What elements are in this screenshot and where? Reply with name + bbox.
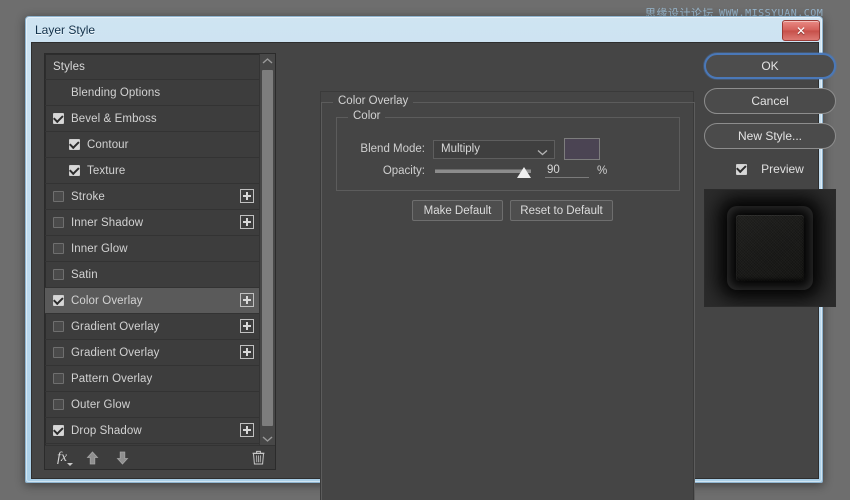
style-row-label: Drop Shadow <box>71 424 142 437</box>
styles-scrollbar[interactable] <box>259 54 275 446</box>
style-enable-checkbox[interactable] <box>53 243 64 254</box>
style-row[interactable]: Inner Glow <box>45 236 260 262</box>
style-enable-checkbox[interactable] <box>53 113 64 124</box>
opacity-label: Opacity: <box>382 165 425 177</box>
style-enable-checkbox[interactable] <box>53 295 64 306</box>
color-swatch[interactable] <box>564 138 600 160</box>
style-row-label: Pattern Overlay <box>71 372 153 385</box>
preview-toggle[interactable]: Preview <box>704 158 836 180</box>
fx-label: fx <box>56 449 68 465</box>
layer-style-window: Layer Style ✕ Styles Blending Options Beve… <box>25 16 836 500</box>
styles-header-label: Styles <box>53 60 85 73</box>
style-row-label: Gradient Overlay <box>71 346 160 359</box>
style-row-label: Texture <box>87 164 126 177</box>
dialog-body: Styles Blending Options Bevel & Emboss Cont… <box>31 42 836 500</box>
preview-checkbox[interactable] <box>736 163 748 175</box>
blend-mode-value: Multiply <box>441 143 480 155</box>
style-row-label: Bevel & Emboss <box>71 112 157 125</box>
scrollbar-thumb[interactable] <box>262 70 273 426</box>
style-enable-checkbox[interactable] <box>53 373 64 384</box>
close-icon: ✕ <box>795 23 807 38</box>
opacity-slider-thumb[interactable] <box>517 167 531 178</box>
checkbox-placeholder <box>53 87 64 98</box>
close-button[interactable]: ✕ <box>782 20 820 41</box>
style-row-label: Satin <box>71 268 98 281</box>
color-overlay-group: Color Overlay Color Blend Mode: Multiply <box>321 95 695 500</box>
style-row[interactable]: Color Overlay <box>45 288 260 314</box>
style-row-label: Color Overlay <box>71 294 143 307</box>
add-effect-icon[interactable] <box>240 215 254 229</box>
cancel-button[interactable]: Cancel <box>704 88 836 114</box>
style-row[interactable]: Satin <box>45 262 260 288</box>
style-row-label: Inner Glow <box>71 242 128 255</box>
right-button-panel: OK Cancel New Style... Preview <box>704 53 836 470</box>
reset-to-default-button[interactable]: Reset to Default <box>510 200 613 221</box>
style-enable-checkbox[interactable] <box>53 399 64 410</box>
style-enable-checkbox[interactable] <box>69 139 80 150</box>
style-row[interactable]: Pattern Overlay <box>45 366 260 392</box>
styles-panel: Styles Blending Options Bevel & Emboss Cont… <box>44 53 276 470</box>
styles-list[interactable]: Styles Blending Options Bevel & Emboss Cont… <box>45 54 260 446</box>
style-enable-checkbox[interactable] <box>53 321 64 332</box>
opacity-unit: % <box>597 165 608 177</box>
opacity-input[interactable]: 90 <box>545 164 589 178</box>
window-title: Layer Style <box>35 22 96 37</box>
move-down-icon[interactable] <box>113 449 131 467</box>
add-effect-icon[interactable] <box>240 189 254 203</box>
opacity-row: Opacity: 90 % <box>347 164 677 178</box>
style-enable-checkbox[interactable] <box>69 165 80 176</box>
new-style-button[interactable]: New Style... <box>704 123 836 149</box>
style-row[interactable]: Contour <box>45 132 260 158</box>
move-up-icon[interactable] <box>83 449 101 467</box>
scroll-up-icon[interactable] <box>260 54 275 68</box>
style-row[interactable]: Bevel & Emboss <box>45 106 260 132</box>
styles-list-header: Styles <box>45 54 260 80</box>
style-enable-checkbox[interactable] <box>53 191 64 202</box>
style-enable-checkbox[interactable] <box>53 269 64 280</box>
style-row-label: Inner Shadow <box>71 216 144 229</box>
style-row[interactable]: Gradient Overlay <box>45 340 260 366</box>
color-overlay-panel: Color Overlay Color Blend Mode: Multiply <box>320 91 695 500</box>
blend-mode-label: Blend Mode: <box>360 143 425 155</box>
style-row-label: Stroke <box>71 190 105 203</box>
style-row-label: Outer Glow <box>71 398 131 411</box>
title-bar[interactable]: Layer Style ✕ <box>26 17 824 42</box>
add-effect-icon[interactable] <box>240 319 254 333</box>
chevron-down-icon <box>537 147 548 159</box>
blend-mode-select[interactable]: Multiply <box>433 139 555 159</box>
style-enable-checkbox[interactable] <box>53 217 64 228</box>
style-enable-checkbox[interactable] <box>53 425 64 436</box>
add-effect-icon[interactable] <box>240 345 254 359</box>
color-group-title: Color <box>348 110 386 122</box>
style-row[interactable]: Texture <box>45 158 260 184</box>
ok-button[interactable]: OK <box>704 53 836 79</box>
style-row[interactable]: Drop Shadow <box>45 418 260 444</box>
trash-icon[interactable] <box>249 449 267 467</box>
style-row[interactable]: Outer Glow <box>45 392 260 418</box>
blend-mode-row: Blend Mode: Multiply <box>347 138 667 160</box>
style-row[interactable]: Stroke <box>45 184 260 210</box>
style-row-label: Contour <box>87 138 129 151</box>
style-row-label: Gradient Overlay <box>71 320 160 333</box>
style-row[interactable]: Inner Shadow <box>45 210 260 236</box>
fx-menu-icon[interactable]: fx <box>53 449 73 467</box>
scroll-down-icon[interactable] <box>260 432 275 446</box>
color-overlay-group-title: Color Overlay <box>333 95 414 107</box>
opacity-slider[interactable] <box>435 164 531 178</box>
make-default-button[interactable]: Make Default <box>412 200 503 221</box>
add-effect-icon[interactable] <box>240 293 254 307</box>
preview-label: Preview <box>761 162 804 176</box>
style-row[interactable]: Gradient Overlay <box>45 314 260 340</box>
styles-toolbar: fx <box>45 445 275 469</box>
chevron-down-icon <box>67 462 73 466</box>
style-row-label: Blending Options <box>71 86 161 99</box>
add-effect-icon[interactable] <box>240 423 254 437</box>
preview-shape <box>736 215 804 281</box>
color-group: Color Blend Mode: Multiply Opacity: 90 % <box>336 110 680 191</box>
style-row[interactable]: Blending Options <box>45 80 260 106</box>
desktop-backdrop: 思缘设计论坛 WWW.MISSYUAN.COM Layer Style ✕ St… <box>0 0 850 500</box>
style-enable-checkbox[interactable] <box>53 347 64 358</box>
preview-thumbnail <box>704 189 836 307</box>
